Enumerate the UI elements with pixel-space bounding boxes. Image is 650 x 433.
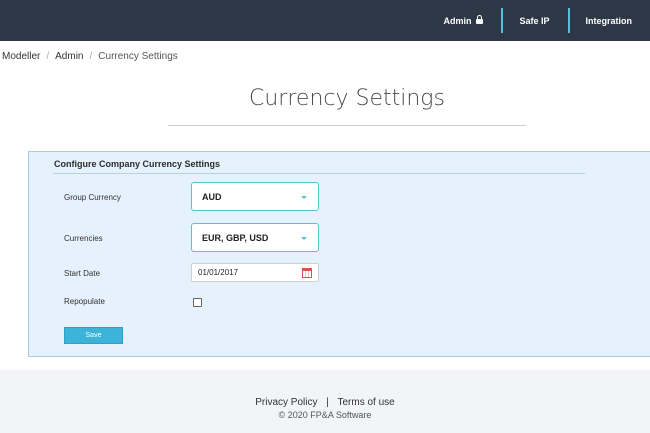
- nav-safe-ip[interactable]: Safe IP: [501, 0, 567, 41]
- terms-of-use-link[interactable]: Terms of use: [338, 397, 395, 408]
- nav-integration-label: Integration: [585, 15, 633, 26]
- start-date-label: Start Date: [64, 269, 101, 278]
- footer-separator: |: [326, 397, 329, 408]
- privacy-policy-link[interactable]: Privacy Policy: [255, 397, 317, 408]
- currencies-label: Currencies: [64, 234, 103, 243]
- group-currency-label: Group Currency: [64, 193, 121, 202]
- panel-title: Configure Company Currency Settings: [54, 159, 221, 169]
- panel-divider: [53, 173, 585, 174]
- breadcrumb-modeller[interactable]: Modeller: [2, 51, 40, 62]
- lock-icon: [476, 15, 484, 24]
- nav-admin[interactable]: Admin: [425, 0, 501, 41]
- breadcrumb-current: Currency Settings: [98, 51, 178, 62]
- repopulate-checkbox[interactable]: [193, 298, 202, 307]
- title-divider: [168, 125, 526, 126]
- nav-safe-ip-label: Safe IP: [519, 15, 550, 26]
- copyright: © 2020 FP&A Software: [278, 410, 372, 420]
- footer: Privacy Policy | Terms of use © 2020 FP&…: [0, 370, 650, 433]
- nav-admin-label: Admin: [443, 15, 472, 26]
- repopulate-label: Repopulate: [64, 297, 105, 306]
- breadcrumb-separator: /: [89, 51, 93, 62]
- start-date-input[interactable]: 01/01/2017: [191, 263, 319, 282]
- nav-integration[interactable]: Integration: [567, 0, 650, 41]
- currencies-value: EUR, GBP, USD: [202, 232, 269, 243]
- chevron-down-icon: [301, 237, 307, 240]
- group-currency-select[interactable]: AUD: [191, 182, 319, 211]
- footer-links: Privacy Policy | Terms of use: [0, 397, 650, 408]
- group-currency-value: AUD: [202, 191, 222, 202]
- save-button[interactable]: Save: [64, 327, 123, 344]
- breadcrumb: Modeller / Admin / Currency Settings: [2, 51, 178, 62]
- currency-settings-panel: Configure Company Currency Settings Grou…: [28, 151, 650, 357]
- top-navbar: Admin Safe IP Integration: [0, 0, 650, 41]
- breadcrumb-admin[interactable]: Admin: [55, 51, 83, 62]
- page-title: Currency Settings: [249, 86, 445, 111]
- currencies-select[interactable]: EUR, GBP, USD: [191, 223, 319, 252]
- top-nav-menu: Admin Safe IP Integration: [425, 0, 650, 41]
- chevron-down-icon: [301, 196, 307, 199]
- breadcrumb-separator: /: [46, 51, 50, 62]
- start-date-value: 01/01/2017: [198, 268, 239, 277]
- calendar-icon[interactable]: [302, 268, 312, 278]
